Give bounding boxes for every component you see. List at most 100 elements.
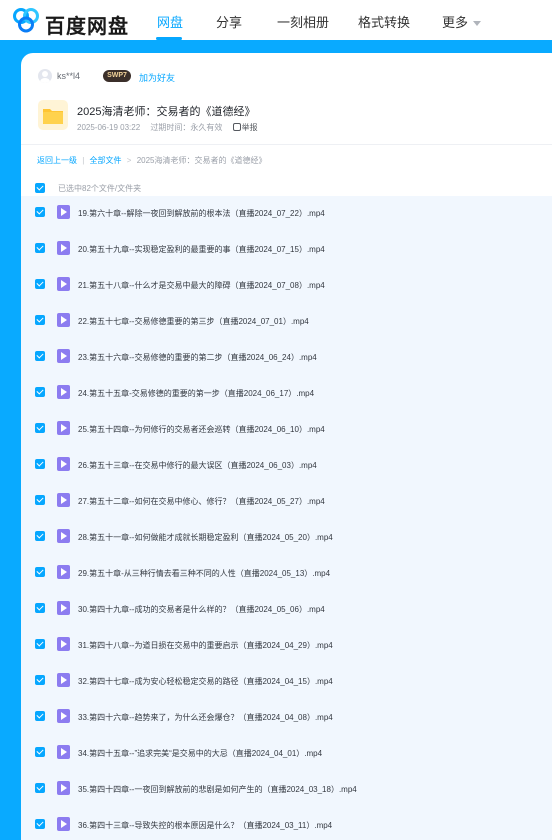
nav-item-format-convert[interactable]: 格式转换 <box>358 12 410 31</box>
row-checkbox[interactable] <box>35 711 45 721</box>
breadcrumb-all-files-link[interactable]: 全部文件 <box>90 156 122 165</box>
video-file-icon <box>57 781 70 795</box>
nav-item-more-label: 更多 <box>442 15 469 30</box>
file-list: 19.第六十章--解除一夜回到解放前的根本法（直播2024_07_22）.mp4… <box>21 196 552 840</box>
row-checkbox[interactable] <box>35 819 45 829</box>
row-checkbox[interactable] <box>35 639 45 649</box>
file-row[interactable]: 19.第六十章--解除一夜回到解放前的根本法（直播2024_07_22）.mp4 <box>21 196 552 232</box>
file-row[interactable]: 20.第五十九章--实现稳定盈利的最重要的事（直播2024_07_15）.mp4 <box>21 232 552 268</box>
row-checkbox[interactable] <box>35 279 45 289</box>
video-file-icon <box>57 709 70 723</box>
file-name[interactable]: 30.第四十九章--成功的交易者是什么样的？（直播2024_05_06）.mp4 <box>78 604 325 615</box>
row-checkbox[interactable] <box>35 423 45 433</box>
file-name[interactable]: 24.第五十五章-交易修德的重要的第一步（直播2024_06_17）.mp4 <box>78 388 314 399</box>
divider <box>21 144 552 145</box>
row-checkbox[interactable] <box>35 459 45 469</box>
share-expiry: 过期时间：永久有效 <box>150 123 223 132</box>
row-checkbox[interactable] <box>35 315 45 325</box>
report-icon <box>232 123 241 131</box>
file-name[interactable]: 22.第五十七章--交易修德重要的第三步（直播2024_07_01）.mp4 <box>78 316 309 327</box>
baidu-netdisk-logo-icon <box>13 8 39 33</box>
row-checkbox[interactable] <box>35 531 45 541</box>
share-title: 2025海清老师：交易者的《道德经》 <box>77 106 256 118</box>
file-name[interactable]: 23.第五十六章--交易修德的重要的第二步（直播2024_06_24）.mp4 <box>78 352 317 363</box>
row-checkbox[interactable] <box>35 603 45 613</box>
video-file-icon <box>57 529 70 543</box>
video-file-icon <box>57 745 70 759</box>
report-label: 举报 <box>241 123 258 132</box>
file-row[interactable]: 21.第五十八章--什么才是交易中最大的障碍（直播2024_07_08）.mp4 <box>21 268 552 304</box>
file-row[interactable]: 26.第五十三章--在交易中修行的最大误区（直播2024_06_03）.mp4 <box>21 448 552 484</box>
report-button[interactable]: 举报 <box>232 123 266 132</box>
add-friend-link[interactable]: 加为好友 <box>139 71 175 84</box>
video-file-icon <box>57 817 70 831</box>
file-name[interactable]: 32.第四十七章--成为安心轻松稳定交易的路径（直播2024_04_15）.mp… <box>78 676 333 687</box>
video-file-icon <box>57 205 70 219</box>
nav-item-moment-album[interactable]: 一刻相册 <box>277 12 329 31</box>
video-file-icon <box>57 601 70 615</box>
breadcrumb-separator: | <box>82 156 85 165</box>
file-row[interactable]: 22.第五十七章--交易修德重要的第三步（直播2024_07_01）.mp4 <box>21 304 552 340</box>
sharer-username[interactable]: ks**l4 <box>57 71 80 81</box>
file-name[interactable]: 31.第四十八章--为道日损在交易中的重要启示（直播2024_04_29）.mp… <box>78 640 333 651</box>
file-row[interactable]: 28.第五十一章--如何做能才成就长期稳定盈利（直播2024_05_20）.mp… <box>21 520 552 556</box>
chevron-down-icon <box>473 21 482 27</box>
video-file-icon <box>57 673 70 687</box>
file-name[interactable]: 26.第五十三章--在交易中修行的最大误区（直播2024_06_03）.mp4 <box>78 460 317 471</box>
file-name[interactable]: 29.第五十章-从三种行情去看三种不同的人性（直播2024_05_13）.mp4 <box>78 568 330 579</box>
user-avatar-icon[interactable] <box>38 69 52 83</box>
file-list-header: 已选中82个文件/文件夹 <box>21 178 552 198</box>
breadcrumb-current: 2025海清老师：交易者的《道德经》 <box>136 156 267 165</box>
video-file-icon <box>57 241 70 255</box>
file-name[interactable]: 36.第四十三章--导致失控的根本原因是什么？（直播2024_03_11）.mp… <box>78 820 332 831</box>
row-checkbox[interactable] <box>35 675 45 685</box>
video-file-icon <box>57 565 70 579</box>
row-checkbox[interactable] <box>35 387 45 397</box>
video-file-icon <box>57 421 70 435</box>
row-checkbox[interactable] <box>35 747 45 757</box>
row-checkbox[interactable] <box>35 495 45 505</box>
breadcrumb-arrow: > <box>126 156 132 165</box>
file-name[interactable]: 35.第四十四章--一夜回到解放前的悲剧是如何产生的（直播2024_03_18）… <box>78 784 357 795</box>
video-file-icon <box>57 637 70 651</box>
nav-item-netdisk[interactable]: 网盘 <box>157 12 183 31</box>
file-name[interactable]: 20.第五十九章--实现稳定盈利的最重要的事（直播2024_07_15）.mp4 <box>78 244 325 255</box>
file-row[interactable]: 31.第四十八章--为道日损在交易中的重要启示（直播2024_04_29）.mp… <box>21 628 552 664</box>
file-row[interactable]: 33.第四十六章--趋势来了，为什么还会爆仓？（直播2024_04_08）.mp… <box>21 700 552 736</box>
file-row[interactable]: 30.第四十九章--成功的交易者是什么样的？（直播2024_05_06）.mp4 <box>21 592 552 628</box>
file-name[interactable]: 34.第四十五章--”追求完美“是交易中的大忌（直播2024_04_01）.mp… <box>78 748 322 759</box>
nav-item-share[interactable]: 分享 <box>216 12 242 31</box>
file-row[interactable]: 25.第五十四章--为何修行的交易者还会巡转（直播2024_06_10）.mp4 <box>21 412 552 448</box>
file-name[interactable]: 28.第五十一章--如何做能才成就长期稳定盈利（直播2024_05_20）.mp… <box>78 532 333 543</box>
file-name[interactable]: 27.第五十二章--如何在交易中修心、修行？（直播2024_05_27）.mp4 <box>78 496 325 507</box>
file-row[interactable]: 32.第四十七章--成为安心轻松稳定交易的路径（直播2024_04_15）.mp… <box>21 664 552 700</box>
share-panel: ks**l4 SWP7 加为好友 2025海清老师：交易者的《道德经》 2025… <box>21 53 552 840</box>
row-checkbox[interactable] <box>35 243 45 253</box>
selected-count-text: 已选中82个文件/文件夹 <box>58 184 142 193</box>
folder-icon <box>38 100 68 130</box>
file-row[interactable]: 36.第四十三章--导致失控的根本原因是什么？（直播2024_03_11）.mp… <box>21 808 552 840</box>
brand-name: 百度网盘 <box>45 16 129 38</box>
row-checkbox[interactable] <box>35 783 45 793</box>
video-file-icon <box>57 349 70 363</box>
row-checkbox[interactable] <box>35 351 45 361</box>
file-name[interactable]: 21.第五十八章--什么才是交易中最大的障碍（直播2024_07_08）.mp4 <box>78 280 325 291</box>
file-row[interactable]: 24.第五十五章-交易修德的重要的第一步（直播2024_06_17）.mp4 <box>21 376 552 412</box>
file-name[interactable]: 33.第四十六章--趋势来了，为什么还会爆仓？（直播2024_04_08）.mp… <box>78 712 333 723</box>
breadcrumb-back-link[interactable]: 返回上一级 <box>37 156 77 165</box>
file-row[interactable]: 23.第五十六章--交易修德的重要的第二步（直播2024_06_24）.mp4 <box>21 340 552 376</box>
file-name[interactable]: 19.第六十章--解除一夜回到解放前的根本法（直播2024_07_22）.mp4 <box>78 208 325 219</box>
file-row[interactable]: 35.第四十四章--一夜回到解放前的悲剧是如何产生的（直播2024_03_18）… <box>21 772 552 808</box>
row-checkbox[interactable] <box>35 207 45 217</box>
file-row[interactable]: 29.第五十章-从三种行情去看三种不同的人性（直播2024_05_13）.mp4 <box>21 556 552 592</box>
file-row[interactable]: 27.第五十二章--如何在交易中修心、修行？（直播2024_05_27）.mp4 <box>21 484 552 520</box>
brand-logo[interactable]: 百度网盘 <box>12 7 132 38</box>
share-date: 2025-06-19 03:22 <box>77 123 141 132</box>
svip-badge: SWP7 <box>103 70 131 82</box>
video-file-icon <box>57 277 70 291</box>
nav-item-more[interactable]: 更多 <box>442 12 482 31</box>
file-name[interactable]: 25.第五十四章--为何修行的交易者还会巡转（直播2024_06_10）.mp4 <box>78 424 325 435</box>
select-all-checkbox[interactable] <box>35 183 45 193</box>
file-row[interactable]: 34.第四十五章--”追求完美“是交易中的大忌（直播2024_04_01）.mp… <box>21 736 552 772</box>
row-checkbox[interactable] <box>35 567 45 577</box>
